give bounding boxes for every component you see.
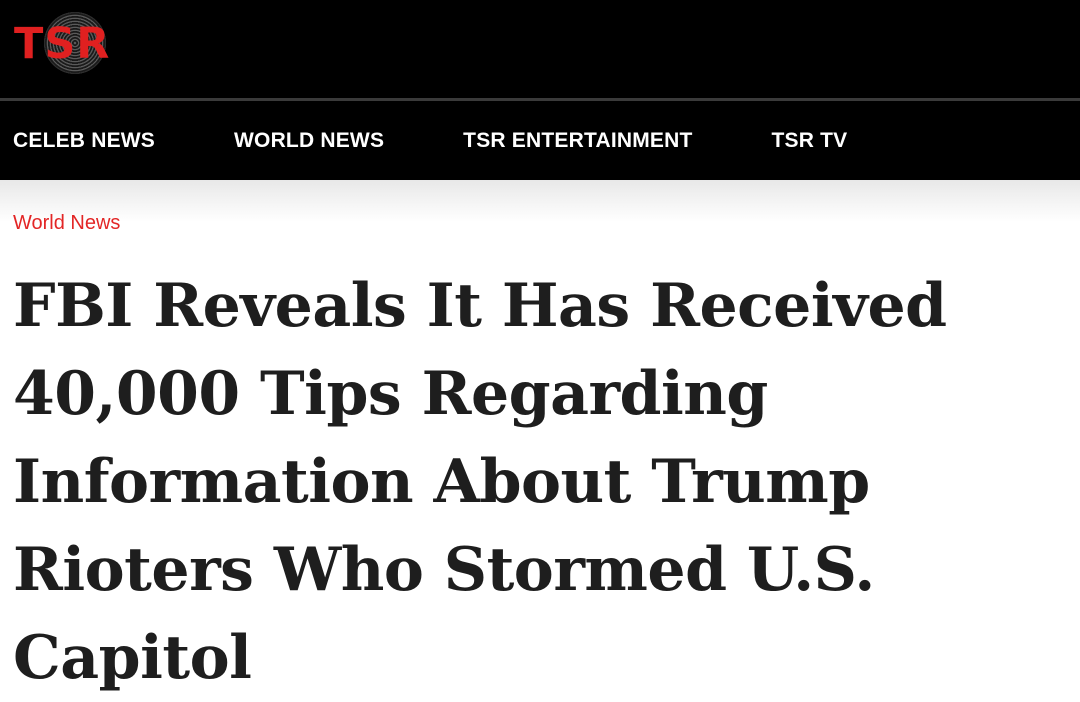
nav-item-tsr-tv[interactable]: TSR TV [772, 129, 848, 153]
logo-text: TSR [14, 19, 111, 69]
tsr-logo[interactable]: TSR [12, 10, 130, 76]
category-link[interactable]: World News [13, 212, 120, 235]
article-content: World News FBI Reveals It Has Received 4… [0, 180, 1080, 693]
nav-item-tsr-entertainment[interactable]: TSR ENTERTAINMENT [463, 129, 692, 153]
article-headline: FBI Reveals It Has Received 40,000 Tips … [13, 271, 947, 693]
site-header: TSR [0, 0, 1080, 98]
nav-item-world-news[interactable]: WORLD NEWS [234, 129, 384, 153]
main-nav: CELEB NEWS WORLD NEWS TSR ENTERTAINMENT … [0, 101, 1080, 180]
nav-item-celeb-news[interactable]: CELEB NEWS [13, 129, 155, 153]
